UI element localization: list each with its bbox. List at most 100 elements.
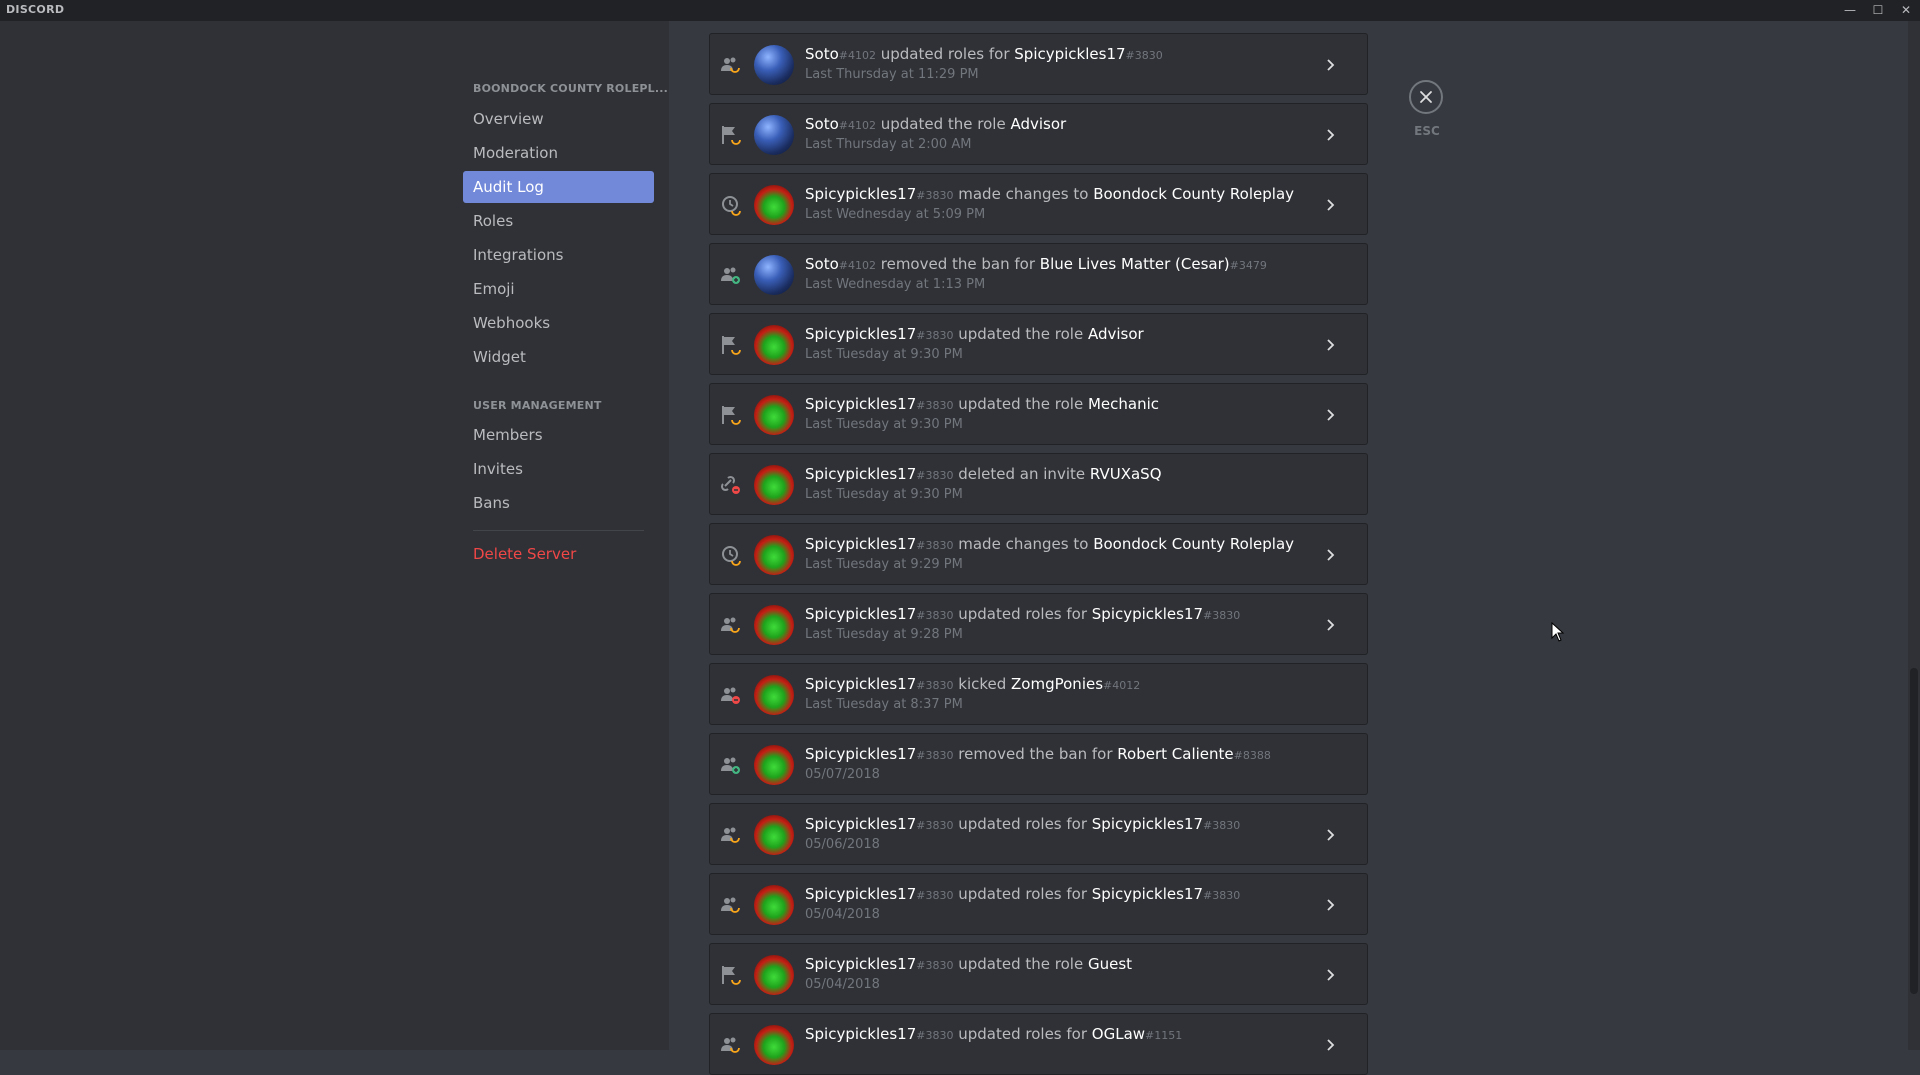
target-name: Robert Caliente bbox=[1117, 745, 1234, 763]
delete-server-button[interactable]: Delete Server bbox=[463, 538, 654, 570]
scrollbar-thumb[interactable] bbox=[1910, 668, 1918, 994]
chevron-right-icon[interactable] bbox=[1321, 1035, 1341, 1055]
chevron-right-icon[interactable] bbox=[1321, 405, 1341, 425]
role-update-icon bbox=[722, 126, 741, 145]
audit-log-entry[interactable]: Soto#4102 updated roles for Spicypickles… bbox=[709, 33, 1368, 95]
target-name: Spicypickles17 bbox=[1091, 815, 1204, 833]
actor-username[interactable]: Spicypickles17 bbox=[805, 535, 916, 553]
avatar[interactable] bbox=[754, 955, 794, 995]
avatar[interactable] bbox=[754, 325, 794, 365]
maximize-button[interactable]: ☐ bbox=[1864, 0, 1892, 21]
target-name: OGLaw bbox=[1091, 1025, 1146, 1043]
chevron-right-icon[interactable] bbox=[1321, 545, 1341, 565]
audit-log-entry: Spicypickles17#3830 kicked ZomgPonies#40… bbox=[709, 663, 1368, 725]
nav-invites[interactable]: Invites bbox=[463, 453, 654, 485]
chevron-right-icon[interactable] bbox=[1321, 335, 1341, 355]
nav-widget[interactable]: Widget bbox=[463, 341, 654, 373]
actor-username[interactable]: Soto bbox=[805, 255, 839, 273]
chevron-right-icon[interactable] bbox=[1321, 55, 1341, 75]
avatar[interactable] bbox=[754, 45, 794, 85]
audit-log-entry[interactable]: Spicypickles17#3830 updated the role Mec… bbox=[709, 383, 1368, 445]
avatar[interactable] bbox=[754, 395, 794, 435]
actor-username[interactable]: Spicypickles17 bbox=[805, 815, 916, 833]
actor-username[interactable]: Spicypickles17 bbox=[805, 185, 916, 203]
audit-log-entry[interactable]: Spicypickles17#3830 made changes to Boon… bbox=[709, 523, 1368, 585]
actor-username[interactable]: Spicypickles17 bbox=[805, 1025, 916, 1043]
nav-members[interactable]: Members bbox=[463, 419, 654, 451]
esc-label: ESC bbox=[1414, 124, 1440, 138]
audit-log-entry[interactable]: Spicypickles17#3830 updated roles for Sp… bbox=[709, 873, 1368, 935]
action-text: updated the role bbox=[875, 115, 1011, 133]
close-settings-button[interactable] bbox=[1409, 80, 1443, 114]
actor-username[interactable]: Spicypickles17 bbox=[805, 465, 916, 483]
avatar[interactable] bbox=[754, 815, 794, 855]
chevron-right-icon[interactable] bbox=[1321, 195, 1341, 215]
nav-integrations[interactable]: Integrations bbox=[463, 239, 654, 271]
target-discriminator: #1151 bbox=[1145, 1029, 1183, 1042]
avatar[interactable] bbox=[754, 1025, 794, 1065]
actor-username[interactable]: Spicypickles17 bbox=[805, 675, 916, 693]
audit-log-entry[interactable]: Spicypickles17#3830 updated roles for Sp… bbox=[709, 593, 1368, 655]
nav-audit-log[interactable]: Audit Log bbox=[463, 171, 654, 203]
action-text: updated the role bbox=[953, 955, 1088, 973]
action-text: kicked bbox=[953, 675, 1012, 693]
minimize-button[interactable]: — bbox=[1836, 0, 1864, 21]
chevron-right-icon[interactable] bbox=[1321, 895, 1341, 915]
nav-overview[interactable]: Overview bbox=[463, 103, 654, 135]
avatar[interactable] bbox=[754, 675, 794, 715]
audit-log-entry[interactable]: Spicypickles17#3830 updated roles for Sp… bbox=[709, 803, 1368, 865]
target-discriminator: #3830 bbox=[1203, 819, 1241, 832]
audit-log-entry[interactable]: Spicypickles17#3830 updated the role Gue… bbox=[709, 943, 1368, 1005]
timestamp: 05/06/2018 bbox=[805, 837, 880, 852]
action-text: removed the ban for bbox=[875, 255, 1040, 273]
avatar[interactable] bbox=[754, 255, 794, 295]
audit-log-message: Spicypickles17#3830 made changes to Boon… bbox=[805, 535, 1294, 553]
target-name: Spicypickles17 bbox=[1091, 885, 1204, 903]
audit-log-message: Spicypickles17#3830 removed the ban for … bbox=[805, 745, 1271, 763]
avatar[interactable] bbox=[754, 885, 794, 925]
action-text: updated roles for bbox=[953, 815, 1092, 833]
member-unban-icon bbox=[721, 267, 740, 284]
role-update-icon bbox=[722, 406, 741, 425]
actor-username[interactable]: Soto bbox=[805, 115, 839, 133]
avatar[interactable] bbox=[754, 745, 794, 785]
chevron-right-icon[interactable] bbox=[1321, 125, 1341, 145]
action-text: updated the role bbox=[953, 395, 1088, 413]
nav-webhooks[interactable]: Webhooks bbox=[463, 307, 654, 339]
user-management-header: USER MANAGEMENT bbox=[473, 399, 602, 412]
actor-username[interactable]: Spicypickles17 bbox=[805, 745, 916, 763]
actor-username[interactable]: Spicypickles17 bbox=[805, 395, 916, 413]
nav-roles[interactable]: Roles bbox=[463, 205, 654, 237]
actor-discriminator: #3830 bbox=[916, 539, 954, 552]
target-name: Guest bbox=[1087, 955, 1133, 973]
nav-moderation[interactable]: Moderation bbox=[463, 137, 654, 169]
nav-emoji[interactable]: Emoji bbox=[463, 273, 654, 305]
avatar[interactable] bbox=[754, 185, 794, 225]
role-update-icon bbox=[722, 336, 741, 355]
avatar[interactable] bbox=[754, 115, 794, 155]
nav-bans[interactable]: Bans bbox=[463, 487, 654, 519]
audit-log-entry[interactable]: Spicypickles17#3830 updated the role Adv… bbox=[709, 313, 1368, 375]
actor-username[interactable]: Spicypickles17 bbox=[805, 885, 916, 903]
actor-username[interactable]: Spicypickles17 bbox=[805, 955, 916, 973]
window-close-button[interactable]: ✕ bbox=[1892, 0, 1920, 21]
chevron-right-icon[interactable] bbox=[1321, 825, 1341, 845]
avatar[interactable] bbox=[754, 605, 794, 645]
audit-log-entry: Spicypickles17#3830 removed the ban for … bbox=[709, 733, 1368, 795]
avatar[interactable] bbox=[754, 465, 794, 505]
avatar[interactable] bbox=[754, 535, 794, 575]
audit-log-entry[interactable]: Soto#4102 updated the role Advisor Last T… bbox=[709, 103, 1368, 165]
chevron-right-icon[interactable] bbox=[1321, 965, 1341, 985]
actor-discriminator: #4102 bbox=[838, 119, 876, 132]
audit-log-entry[interactable]: Spicypickles17#3830 made changes to Boon… bbox=[709, 173, 1368, 235]
target-discriminator: #3479 bbox=[1229, 259, 1267, 272]
actor-username[interactable]: Spicypickles17 bbox=[805, 605, 916, 623]
action-text: updated roles for bbox=[875, 45, 1015, 63]
audit-log-message: Soto#4102 updated the role Advisor bbox=[805, 115, 1066, 133]
actor-username[interactable]: Spicypickles17 bbox=[805, 325, 916, 343]
actor-username[interactable]: Soto bbox=[805, 45, 839, 63]
audit-log-entry[interactable]: Spicypickles17#3830 updated roles for OG… bbox=[709, 1013, 1368, 1075]
chevron-right-icon[interactable] bbox=[1321, 615, 1341, 635]
timestamp: Last Wednesday at 1:13 PM bbox=[805, 277, 986, 292]
action-text: updated roles for bbox=[953, 885, 1092, 903]
